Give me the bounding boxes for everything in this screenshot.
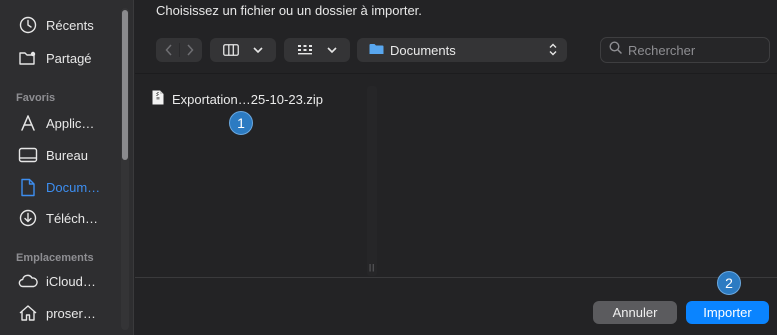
column-resize-handle[interactable]: || bbox=[367, 86, 377, 276]
home-icon bbox=[18, 303, 38, 323]
forward-icon[interactable] bbox=[180, 44, 200, 56]
sidebar: Récents Partagé Favoris Applic… Bureau D… bbox=[0, 0, 134, 335]
view-mode-button[interactable] bbox=[210, 38, 276, 62]
sidebar-item-downloads[interactable]: Téléch… bbox=[0, 203, 118, 233]
chevron-down-icon bbox=[327, 46, 337, 54]
applications-icon bbox=[18, 113, 38, 133]
document-icon bbox=[18, 177, 38, 197]
sidebar-item-desktop[interactable]: Bureau bbox=[0, 140, 118, 170]
sidebar-item-label: iCloud… bbox=[46, 273, 96, 289]
cloud-icon bbox=[18, 271, 38, 291]
chevron-down-icon bbox=[253, 46, 263, 54]
back-forward-buttons[interactable] bbox=[156, 38, 202, 62]
grid-icon bbox=[297, 44, 313, 56]
sidebar-item-shared[interactable]: Partagé bbox=[0, 43, 118, 73]
column-view-icon bbox=[223, 44, 239, 56]
search-input[interactable] bbox=[628, 42, 768, 58]
sidebar-item-label: Récents bbox=[46, 17, 94, 33]
sidebar-item-applications[interactable]: Applic… bbox=[0, 108, 118, 138]
location-popup[interactable]: Documents bbox=[357, 38, 567, 62]
zip-file-icon bbox=[152, 90, 164, 108]
back-icon[interactable] bbox=[159, 44, 179, 56]
sidebar-item-label: Téléch… bbox=[46, 210, 99, 226]
sidebar-item-home[interactable]: proser… bbox=[0, 298, 118, 328]
sidebar-item-documents[interactable]: Docum… bbox=[0, 172, 118, 202]
folder-icon bbox=[369, 43, 384, 58]
file-item[interactable]: Exportation…25-10-23.zip bbox=[152, 90, 323, 108]
step-badge-2: 2 bbox=[717, 271, 741, 295]
sidebar-item-recents[interactable]: Récents bbox=[0, 10, 118, 40]
favorites-header: Favoris bbox=[16, 92, 56, 104]
cancel-button[interactable]: Annuler bbox=[593, 301, 677, 324]
step-badge-1: 1 bbox=[229, 111, 253, 135]
footer-divider bbox=[135, 277, 777, 278]
file-name: Exportation…25-10-23.zip bbox=[172, 91, 324, 107]
dialog-title: Choisissez un fichier ou un dossier à im… bbox=[156, 3, 422, 18]
download-icon bbox=[18, 208, 38, 228]
search-icon bbox=[609, 41, 622, 59]
clock-icon bbox=[18, 15, 38, 35]
sidebar-item-label: proser… bbox=[46, 305, 96, 321]
updown-chevron-icon bbox=[549, 43, 557, 59]
sidebar-item-label: Bureau bbox=[46, 147, 88, 163]
sidebar-item-label: Docum… bbox=[46, 179, 101, 195]
import-button[interactable]: Importer bbox=[686, 301, 769, 324]
locations-header: Emplacements bbox=[16, 252, 94, 264]
desktop-icon bbox=[18, 145, 38, 165]
sidebar-item-icloud[interactable]: iCloud… bbox=[0, 266, 118, 296]
location-label: Documents bbox=[390, 42, 456, 58]
sidebar-scrollbar-thumb[interactable] bbox=[122, 10, 128, 160]
sidebar-item-label: Partagé bbox=[46, 50, 92, 66]
sidebar-item-label: Applic… bbox=[46, 115, 95, 131]
group-button[interactable] bbox=[284, 38, 350, 62]
shared-folder-icon bbox=[18, 48, 38, 68]
search-field[interactable] bbox=[600, 37, 770, 63]
